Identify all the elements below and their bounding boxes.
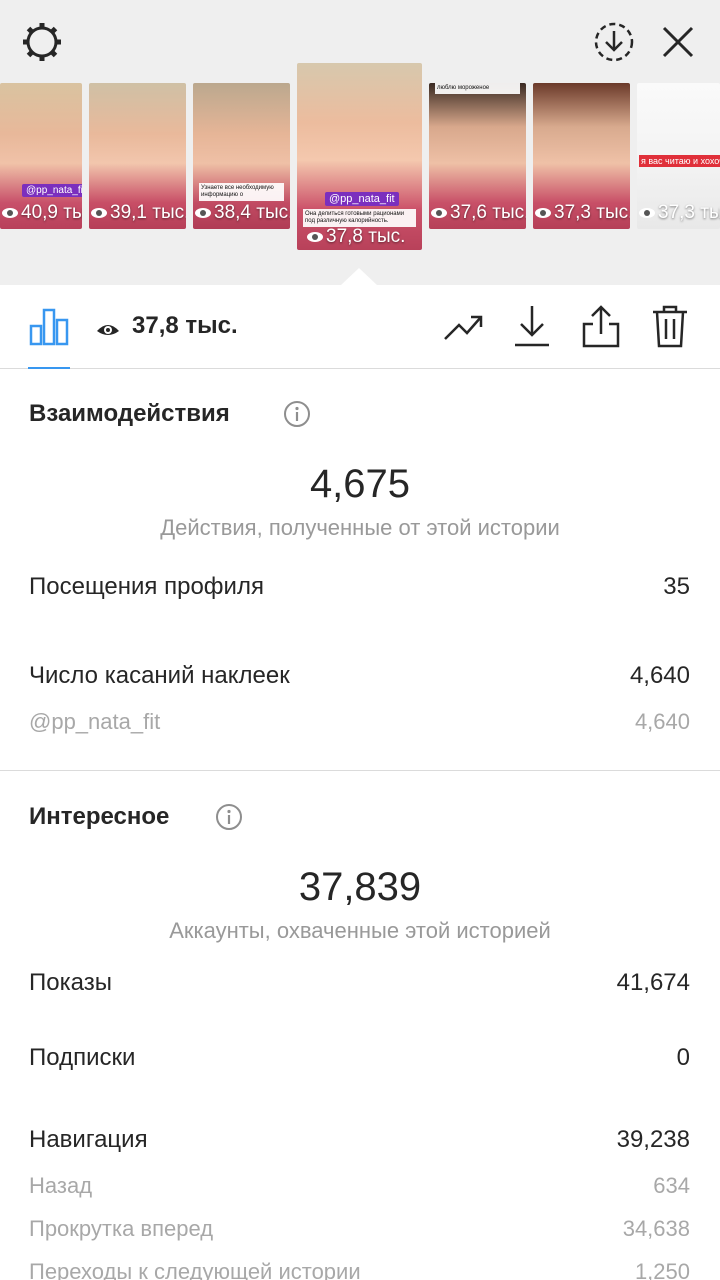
sticker-taps-value: 4,640 (629, 662, 690, 689)
story-banner: я вас читаю и хохочу (639, 155, 720, 167)
download-button[interactable] (512, 303, 552, 349)
forward-label: Прокрутка вперед (29, 1216, 214, 1241)
discovery-total: 37,839 (298, 865, 422, 909)
trash-icon (653, 305, 687, 348)
view-count: 40,9 тыс. (21, 202, 82, 223)
sticker-label: @pp_nata_fit (22, 184, 82, 197)
insights-tab[interactable] (28, 305, 70, 347)
share-button[interactable] (580, 303, 622, 349)
navigation-value: 39,238 (616, 1126, 690, 1153)
bar-chart-icon (29, 308, 69, 346)
story-thumbnail[interactable]: @pp_nata_fit 40,9 тыс. (0, 83, 82, 229)
eye-icon (97, 325, 119, 335)
info-icon[interactable] (215, 803, 243, 831)
settings-button[interactable] (18, 18, 66, 66)
story-thumbnail[interactable]: я вас читаю и хохочу 37,3 тыс. (637, 83, 720, 229)
next-story-label: Переходы к следующей истории (29, 1259, 361, 1280)
sticker-handle-value: 4,640 (634, 709, 690, 734)
view-count: 37,3 тыс. (554, 202, 630, 223)
eye-icon (431, 208, 447, 218)
circle-download-icon (594, 22, 634, 62)
navigation-label: Навигация (29, 1126, 148, 1153)
story-caption: Она делиться готовыми рационами под разл… (303, 209, 416, 227)
impressions-value: 41,674 (616, 969, 690, 996)
download-icon (515, 306, 549, 347)
view-count: 39,1 тыс. (110, 202, 186, 223)
total-views: 37,8 тыс. (132, 312, 238, 339)
download-all-button[interactable] (590, 18, 638, 66)
eye-icon (91, 208, 107, 218)
view-count: 37,6 тыс. (450, 202, 526, 223)
section-divider (0, 770, 720, 771)
interactions-caption: Действия, полученные от этой истории (160, 515, 560, 540)
trending-button[interactable] (442, 307, 486, 347)
back-value: 634 (653, 1173, 690, 1198)
eye-icon (2, 208, 18, 218)
follows-label: Подписки (29, 1044, 136, 1071)
impressions-label: Показы (29, 969, 112, 996)
view-count: 38,4 тыс. (214, 202, 290, 223)
profile-visits-value: 35 (663, 573, 690, 600)
eye-icon (307, 232, 323, 242)
sticker-label: @pp_nata_fit (325, 192, 399, 206)
story-thumbnail[interactable]: 39,1 тыс. (89, 83, 186, 229)
selection-pointer (341, 268, 377, 285)
story-thumbnail[interactable]: Узнаете все необходимую информацию о 38,… (193, 83, 290, 229)
interactions-total: 4,675 (309, 462, 411, 506)
sticker-taps-label: Число касаний наклеек (29, 662, 290, 689)
eye-icon (195, 208, 211, 218)
delete-button[interactable] (650, 303, 690, 349)
story-caption: люблю мороженое (435, 83, 520, 94)
eye-icon (639, 208, 655, 218)
story-thumbnail-selected[interactable]: @pp_nata_fit Она делиться готовыми рацио… (297, 63, 422, 250)
forward-value: 34,638 (622, 1216, 690, 1241)
gear-icon (23, 23, 61, 61)
view-count: 37,3 тыс. (658, 202, 720, 223)
story-thumbnail[interactable]: 37,3 тыс. (533, 83, 630, 229)
back-label: Назад (29, 1173, 93, 1198)
story-thumbnail[interactable]: люблю мороженое 37,6 тыс. (429, 83, 526, 229)
active-tab-indicator (28, 367, 70, 369)
interactions-title: Взаимодействия (29, 400, 230, 427)
sticker-handle-label: @pp_nata_fit (29, 709, 161, 734)
close-button[interactable] (654, 18, 702, 66)
eye-icon (535, 208, 551, 218)
close-icon (662, 26, 694, 58)
story-thumbnails: @pp_nata_fit 40,9 тыс. 39,1 тыс. Узнаете… (0, 63, 720, 253)
next-story-value: 1,250 (634, 1259, 690, 1280)
view-count: 37,8 тыс. (326, 226, 406, 247)
discovery-caption: Аккаунты, охваченные этой историей (169, 918, 551, 943)
story-strip-area: @pp_nata_fit 40,9 тыс. 39,1 тыс. Узнаете… (0, 0, 720, 285)
profile-visits-label: Посещения профиля (29, 573, 264, 600)
trending-up-icon (444, 315, 483, 340)
story-caption: Узнаете все необходимую информацию о (199, 183, 284, 201)
follows-value: 0 (676, 1044, 690, 1071)
info-icon[interactable] (283, 400, 311, 428)
share-icon (582, 305, 620, 348)
discovery-title: Интересное (29, 803, 170, 830)
